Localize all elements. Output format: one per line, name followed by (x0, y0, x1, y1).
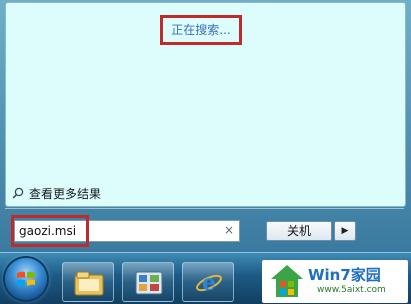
watermark-title: Win7家园 (308, 266, 381, 284)
see-more-results-label: 查看更多结果 (29, 186, 102, 201)
search-icon (12, 187, 24, 199)
internet-explorer-icon: e (196, 270, 222, 296)
windows-logo-icon (17, 271, 35, 286)
clear-search-icon[interactable]: × (224, 223, 234, 237)
start-button[interactable] (5, 258, 47, 300)
see-more-results-link[interactable]: 查看更多结果 (12, 185, 101, 201)
control-panel-icon (135, 271, 163, 295)
taskbar-file-explorer-button[interactable] (62, 262, 114, 302)
taskbar-internet-explorer-button[interactable]: e (182, 262, 234, 302)
searching-status-text: 正在搜索... (171, 23, 231, 37)
divider (5, 208, 404, 209)
shutdown-button[interactable]: 关机 (266, 221, 332, 241)
watermark-url: www.5aixt.com (317, 285, 386, 295)
search-value-highlight (11, 215, 89, 247)
site-watermark-logo: Win7家园 www.5aixt.com (262, 260, 408, 303)
taskbar-control-panel-button[interactable] (122, 262, 174, 302)
searching-status-highlight: 正在搜索... (160, 15, 242, 45)
shutdown-options-button[interactable]: ▶ (334, 221, 356, 241)
svg-text:e: e (202, 270, 216, 296)
house-logo-icon (271, 265, 303, 297)
file-explorer-icon (74, 271, 104, 296)
